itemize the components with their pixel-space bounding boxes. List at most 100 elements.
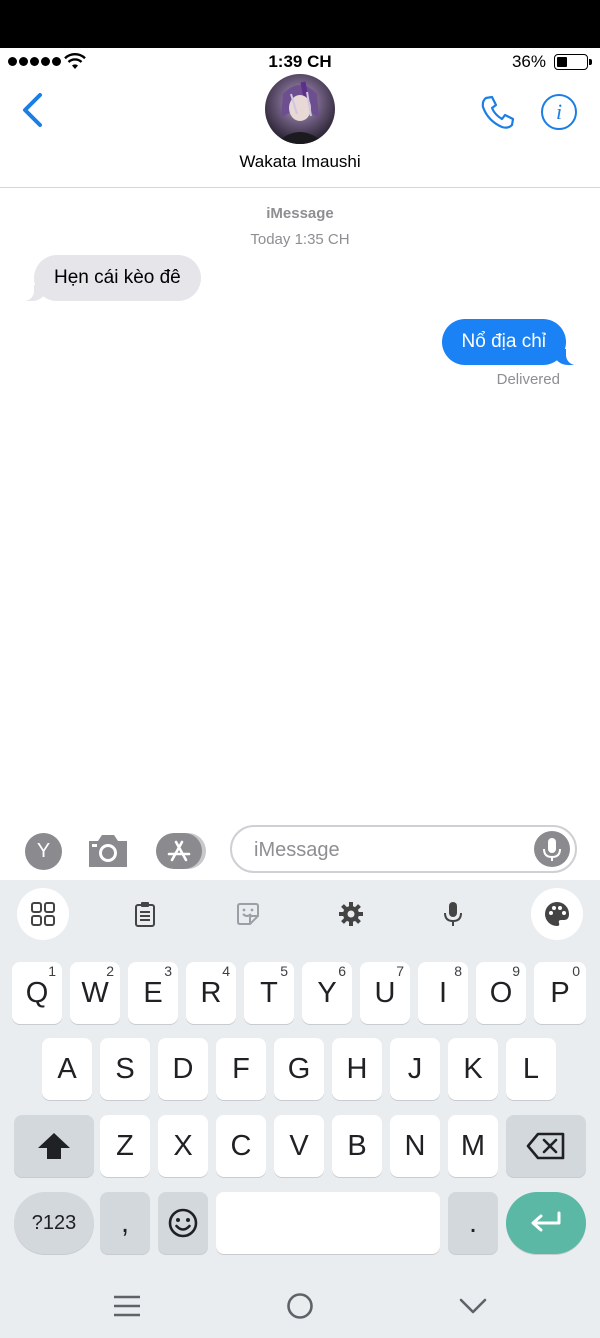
clipboard-icon: [135, 902, 155, 927]
voice-input-button[interactable]: [427, 888, 479, 940]
comma-key[interactable]: ,: [100, 1192, 150, 1254]
key-i[interactable]: I8: [418, 962, 468, 1024]
key-x[interactable]: X: [158, 1115, 208, 1177]
message-placeholder: iMessage: [254, 839, 340, 861]
keyboard: Q1 W2 E3 R4 T5 Y6 U7 I8 O9 P0 A S D F G …: [0, 880, 600, 1338]
key-r[interactable]: R4: [186, 962, 236, 1024]
key-e[interactable]: E3: [128, 962, 178, 1024]
app-y-button[interactable]: Y: [25, 833, 62, 870]
settings-button[interactable]: [325, 888, 377, 940]
key-hint: 1: [48, 963, 56, 979]
key-hint: 9: [512, 963, 520, 979]
backspace-key[interactable]: [506, 1115, 586, 1177]
key-c[interactable]: C: [216, 1115, 266, 1177]
key-z[interactable]: Z: [100, 1115, 150, 1177]
emoji-smiley-icon: [168, 1208, 198, 1238]
key-label: I: [438, 977, 448, 1009]
microphone-icon: [543, 838, 561, 861]
incoming-message-bubble[interactable]: Hẹn cái kèo đê: [20, 255, 201, 301]
key-y[interactable]: Y6: [302, 962, 352, 1024]
key-w[interactable]: W2: [70, 962, 120, 1024]
hide-keyboard-chevron-icon[interactable]: [459, 1296, 487, 1316]
battery-percentage: 36%: [511, 52, 546, 71]
key-l[interactable]: L: [506, 1038, 556, 1100]
key-q[interactable]: Q1: [12, 962, 62, 1024]
message-input-field[interactable]: iMessage: [230, 825, 577, 873]
key-label: E: [143, 977, 163, 1009]
backspace-icon: [526, 1132, 565, 1160]
key-d[interactable]: D: [158, 1038, 208, 1100]
key-m[interactable]: M: [448, 1115, 498, 1177]
battery-icon: [554, 54, 592, 70]
contact-name[interactable]: Wakata Imaushi: [0, 152, 600, 172]
sticker-button[interactable]: [222, 888, 274, 940]
key-a[interactable]: A: [42, 1038, 92, 1100]
home-icon[interactable]: [286, 1292, 314, 1320]
sticker-icon: [237, 903, 259, 925]
microphone-icon: [444, 902, 462, 926]
key-s[interactable]: S: [100, 1038, 150, 1100]
recent-apps-icon[interactable]: [113, 1294, 141, 1318]
key-label: R: [200, 977, 222, 1009]
back-chevron-icon[interactable]: [18, 92, 48, 128]
key-label: O: [489, 977, 513, 1009]
period-key[interactable]: .: [448, 1192, 498, 1254]
space-key[interactable]: [216, 1192, 440, 1254]
keyboard-toolbar: [0, 880, 600, 950]
key-n[interactable]: N: [390, 1115, 440, 1177]
key-hint: 0: [572, 963, 580, 979]
symbols-key[interactable]: ?123: [14, 1192, 94, 1254]
emoji-key[interactable]: [158, 1192, 208, 1254]
key-u[interactable]: U7: [360, 962, 410, 1024]
key-g[interactable]: G: [274, 1038, 324, 1100]
contact-avatar[interactable]: [265, 74, 335, 144]
grid-icon: [31, 902, 55, 926]
key-k[interactable]: K: [448, 1038, 498, 1100]
conversation-header: Wakata Imaushi i: [0, 74, 600, 188]
delivery-status: Delivered: [496, 371, 560, 388]
key-hint: 6: [338, 963, 346, 979]
key-label: Y: [317, 977, 337, 1009]
service-label: iMessage: [266, 205, 334, 222]
key-label: Q: [25, 977, 49, 1009]
message-input-bar: Y iMessage: [0, 820, 600, 880]
gear-icon: [339, 902, 363, 926]
camera-icon[interactable]: [86, 831, 130, 871]
key-hint: 5: [280, 963, 288, 979]
palette-icon: [545, 902, 569, 926]
key-v[interactable]: V: [274, 1115, 324, 1177]
key-b[interactable]: B: [332, 1115, 382, 1177]
shift-arrow-icon: [38, 1133, 70, 1159]
key-o[interactable]: O9: [476, 962, 526, 1024]
shift-key[interactable]: [14, 1115, 94, 1177]
key-label: W: [81, 977, 109, 1009]
key-label: U: [374, 977, 396, 1009]
apps-grid-button[interactable]: [17, 888, 69, 940]
theme-button[interactable]: [531, 888, 583, 940]
key-t[interactable]: T5: [244, 962, 294, 1024]
key-hint: 2: [106, 963, 114, 979]
enter-key[interactable]: [506, 1192, 586, 1254]
app-store-icon[interactable]: [156, 832, 208, 870]
system-navigation-bar: [0, 1278, 600, 1338]
phone-call-icon[interactable]: [478, 92, 518, 132]
status-time: 1:39 CH: [268, 52, 332, 71]
enter-arrow-icon: [531, 1211, 561, 1232]
key-j[interactable]: J: [390, 1038, 440, 1100]
key-h[interactable]: H: [332, 1038, 382, 1100]
key-p[interactable]: P0: [534, 962, 586, 1024]
key-label: P: [550, 977, 570, 1009]
key-hint: 7: [396, 963, 404, 979]
key-hint: 8: [454, 963, 462, 979]
dictation-button[interactable]: [534, 831, 570, 867]
avatar-portrait-icon: [275, 81, 325, 144]
key-f[interactable]: F: [216, 1038, 266, 1100]
top-black-bar: [0, 0, 600, 48]
key-label: T: [260, 977, 278, 1009]
outgoing-message-bubble[interactable]: Nổ địa chỉ: [441, 319, 580, 365]
clipboard-button[interactable]: [119, 888, 171, 940]
key-hint: 4: [222, 963, 230, 979]
key-hint: 3: [164, 963, 172, 979]
conversation-timestamp: Today 1:35 CH: [250, 231, 350, 248]
info-icon[interactable]: i: [541, 94, 577, 130]
